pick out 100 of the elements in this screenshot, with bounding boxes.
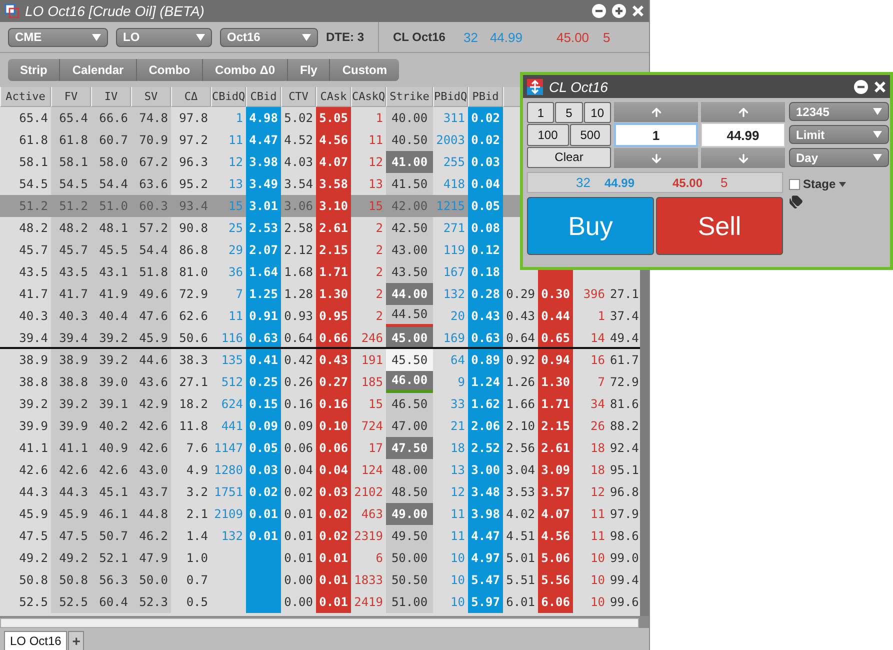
table-cell: 3.00 xyxy=(468,459,503,481)
table-cell: 45.1 xyxy=(91,481,131,503)
close-icon[interactable] xyxy=(632,5,644,17)
quantity-preset-button[interactable]: 100 xyxy=(527,124,568,146)
table-cell: 0.01 xyxy=(316,547,351,569)
strategy-button[interactable]: Combo Δ0 xyxy=(202,59,287,81)
quantity-preset-button[interactable]: 5 xyxy=(555,102,583,124)
table-cell: 2.07 xyxy=(246,239,281,261)
table-cell: 0.91 xyxy=(246,305,281,327)
table-cell: 93.4 xyxy=(171,195,211,217)
caret-icon xyxy=(873,154,882,161)
strike-cell: 46.00 xyxy=(386,371,433,393)
table-cell: 48.2 xyxy=(51,217,91,239)
table-cell: 45.9 xyxy=(51,503,91,525)
table-cell: 0.04 xyxy=(316,459,351,481)
table-cell: 50.8 xyxy=(51,569,91,591)
strategy-button[interactable]: Calendar xyxy=(59,59,136,81)
table-cell: 56.3 xyxy=(91,569,131,591)
strike-cell: 43.50 xyxy=(386,261,433,283)
strike-cell: 41.50 xyxy=(386,173,433,195)
minimize-icon[interactable] xyxy=(854,80,868,94)
table-cell: 40.3 xyxy=(51,305,91,327)
table-cell: 4.56 xyxy=(316,129,351,151)
caret-icon xyxy=(873,108,882,115)
strategy-button[interactable]: Custom xyxy=(329,59,400,81)
sell-button[interactable]: Sell xyxy=(656,197,783,255)
tags-icon[interactable] xyxy=(789,195,803,209)
table-cell: 44.8 xyxy=(131,503,171,525)
table-cell: 47.5 xyxy=(51,525,91,547)
arrow-up-icon xyxy=(736,106,750,118)
table-cell: 0.01 xyxy=(246,503,281,525)
table-cell: 54.4 xyxy=(91,173,131,195)
table-cell: 47.9 xyxy=(131,547,171,569)
add-tab-button[interactable]: + xyxy=(68,631,84,650)
table-cell: 0.08 xyxy=(468,217,503,239)
table-cell: 44.3 xyxy=(51,481,91,503)
quantity-preset-button[interactable]: 10 xyxy=(584,102,611,124)
table-cell: 41.9 xyxy=(91,283,131,305)
table-cell: 6.06 xyxy=(538,591,573,613)
table-cell: 1.71 xyxy=(538,393,573,415)
table-cell: 0.30 xyxy=(538,283,573,305)
table-cell: 2.52 xyxy=(468,437,503,459)
table-cell: 0.15 xyxy=(246,393,281,415)
table-cell: 39.2 xyxy=(91,327,131,347)
table-cell: 0.43 xyxy=(316,349,351,371)
maximize-icon[interactable] xyxy=(612,4,626,18)
table-cell: 38.8 xyxy=(51,371,91,393)
table-cell: 57.2 xyxy=(131,217,171,239)
table-cell: 1.30 xyxy=(538,371,573,393)
table-cell: 1.62 xyxy=(468,393,503,415)
table-cell: 46.1 xyxy=(91,503,131,525)
days-to-expiry: DTE: 3 xyxy=(326,30,364,44)
table-cell: 0.05 xyxy=(246,437,281,459)
table-cell: 3.98 xyxy=(246,151,281,173)
table-cell: 0.12 xyxy=(468,239,503,261)
table-cell: 4.56 xyxy=(538,525,573,547)
table-cell: 0.63 xyxy=(468,327,503,347)
stage-checkbox[interactable] xyxy=(789,178,800,190)
table-cell: 45.5 xyxy=(91,239,131,261)
quantity-field[interactable]: 1 xyxy=(614,123,698,147)
strategy-button[interactable]: Fly xyxy=(287,59,330,81)
table-cell: 70.9 xyxy=(131,129,171,151)
table-cell: 63.6 xyxy=(131,173,171,195)
table-cell: 3.48 xyxy=(468,481,503,503)
table-cell: 5.56 xyxy=(538,569,573,591)
caret-icon xyxy=(196,34,205,40)
quantity-preset-button[interactable]: 500 xyxy=(570,124,611,146)
table-cell: 3.01 xyxy=(246,195,281,217)
table-cell: 44.6 xyxy=(131,349,171,371)
table-cell: 39.1 xyxy=(91,393,131,415)
table-cell: 67.2 xyxy=(131,151,171,173)
minimize-icon[interactable] xyxy=(592,4,606,18)
table-cell: 39.9 xyxy=(51,415,91,437)
table-cell: 45.7 xyxy=(51,239,91,261)
ask-price: 45.00 xyxy=(672,176,703,190)
tab[interactable]: LO Oct16 xyxy=(4,631,68,650)
price-field[interactable]: 44.99 xyxy=(701,123,785,147)
table-cell: 1215 xyxy=(433,195,468,217)
table-cell: 0.94 xyxy=(538,349,573,371)
table-cell: 0.02 xyxy=(246,481,281,503)
caret-icon xyxy=(838,182,846,186)
table-cell: 5.97 xyxy=(468,591,503,613)
table-cell: 51.2 xyxy=(0,195,51,217)
strike-cell: 50.00 xyxy=(386,547,433,569)
table-cell: 0.18 xyxy=(468,261,503,283)
close-icon[interactable] xyxy=(874,80,886,92)
table-cell: 43.7 xyxy=(131,481,171,503)
strategy-button[interactable]: Combo xyxy=(136,59,202,81)
clear-button[interactable]: Clear xyxy=(527,146,611,168)
quantity-preset-button[interactable]: 1 xyxy=(527,102,554,124)
table-cell: 4.97 xyxy=(468,547,503,569)
table-cell: 52.1 xyxy=(91,547,131,569)
strike-cell: 43.00 xyxy=(386,239,433,261)
strike-cell: 47.00 xyxy=(386,415,433,437)
strategy-button[interactable]: Strip xyxy=(8,59,60,81)
table-cell: 61.8 xyxy=(51,129,91,151)
table-cell: 60.7 xyxy=(91,129,131,151)
table-cell: 66.6 xyxy=(91,107,131,129)
table-cell: 0.28 xyxy=(468,283,503,305)
table-cell: 4.07 xyxy=(316,151,351,173)
